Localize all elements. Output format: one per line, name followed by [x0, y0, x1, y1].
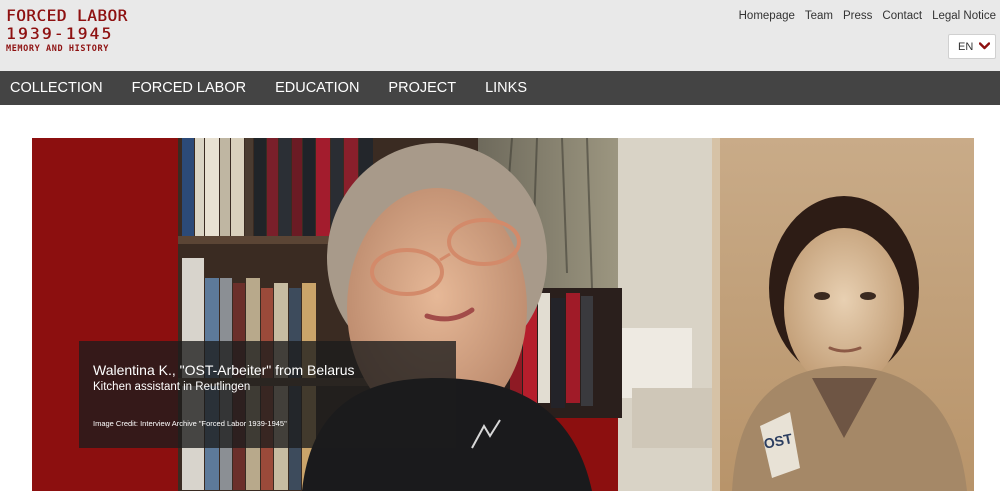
chevron-down-icon — [979, 41, 991, 53]
hero-caption-subtitle: Kitchen assistant in Reutlingen — [93, 381, 251, 393]
utility-link-contact[interactable]: Contact — [882, 10, 922, 22]
nav-item-education[interactable]: EDUCATION — [275, 80, 359, 96]
utility-link-team[interactable]: Team — [805, 10, 833, 22]
utility-link-legal-notice[interactable]: Legal Notice — [932, 10, 996, 22]
site-logo[interactable]: FORCED LABOR 1939-1945 MEMORY AND HISTOR… — [6, 7, 128, 56]
main-nav: COLLECTION FORCED LABOR EDUCATION PROJEC… — [0, 71, 1000, 105]
hero-caption-title: Walentina K., "OST-Arbeiter" from Belaru… — [93, 362, 355, 378]
logo-title: FORCED LABOR — [6, 6, 128, 25]
utility-link-press[interactable]: Press — [843, 10, 872, 22]
nav-item-project[interactable]: PROJECT — [388, 80, 456, 96]
hero-caption-credit: Image Credit: Interview Archive "Forced … — [93, 419, 287, 428]
logo-subtitle: MEMORY AND HISTORY — [6, 44, 109, 54]
nav-item-collection[interactable]: COLLECTION — [10, 80, 103, 96]
site-header: FORCED LABOR 1939-1945 MEMORY AND HISTOR… — [0, 0, 1000, 71]
language-selected-value: EN — [958, 40, 974, 53]
utility-nav: Homepage Team Press Contact Legal Notice — [739, 10, 996, 22]
hero-caption: Walentina K., "OST-Arbeiter" from Belaru… — [79, 341, 456, 448]
nav-item-forced-labor[interactable]: FORCED LABOR — [132, 80, 246, 96]
portrait-young-woman — [712, 138, 974, 491]
language-select[interactable]: EN — [948, 34, 996, 59]
logo-years: 1939-1945 — [6, 24, 114, 43]
utility-link-homepage[interactable]: Homepage — [739, 10, 795, 22]
nav-item-links[interactable]: LINKS — [485, 80, 527, 96]
